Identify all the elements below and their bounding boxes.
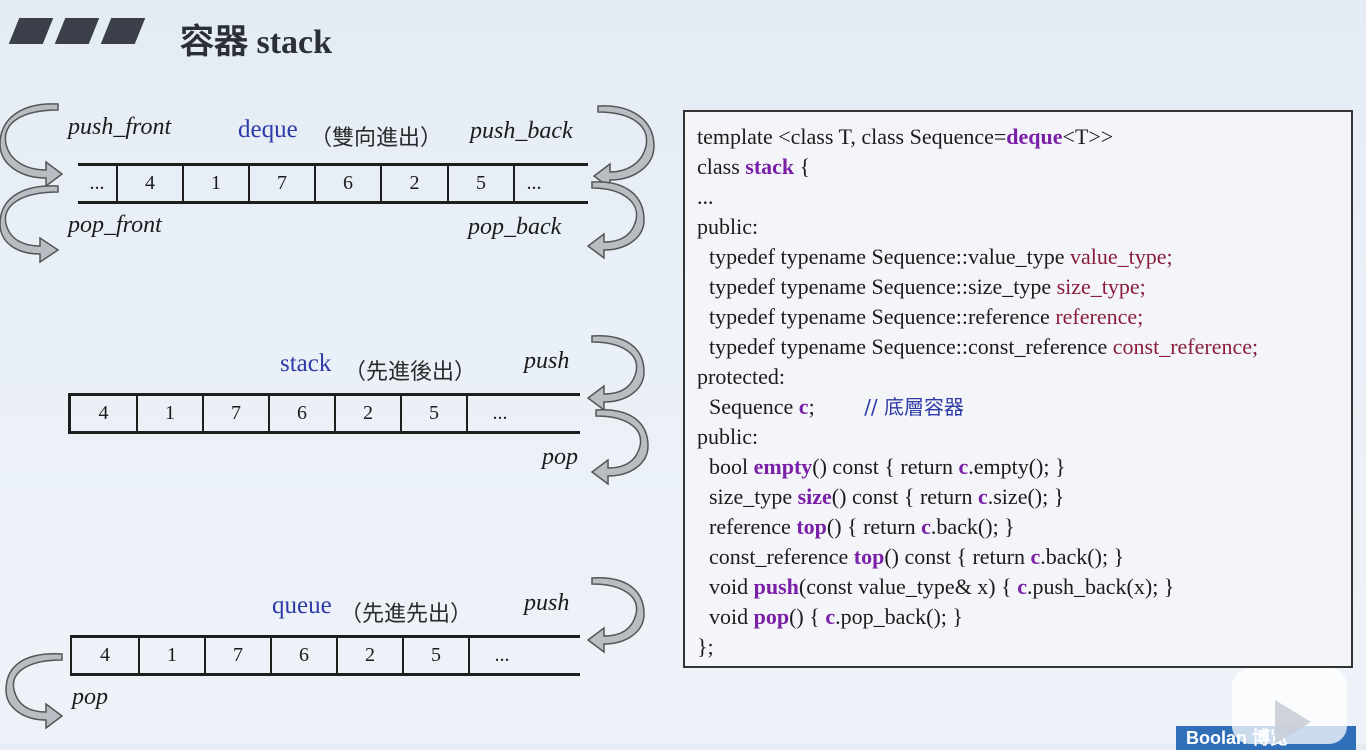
deque-bottom-line	[78, 201, 588, 204]
code-line: void pop() { c.pop_back(); }	[709, 604, 963, 629]
code-line: typedef typename Sequence::size_type siz…	[709, 274, 1146, 299]
deque-desc: （雙向進出）	[310, 126, 443, 151]
push-front-arrow-icon	[0, 103, 64, 188]
stack-cell: 5	[400, 396, 466, 431]
queue-cells: 4 1 7 6 2 5 ...	[70, 638, 534, 673]
code-line: public:	[697, 214, 759, 239]
deque-cell: 7	[248, 166, 314, 201]
deque-cell: 5	[447, 166, 513, 201]
code-line: bool empty() const { return c.empty(); }	[709, 454, 1066, 479]
deque-cell: 2	[380, 166, 447, 201]
stack-cell: ...	[466, 396, 532, 431]
pop-back-arrow-icon	[586, 181, 645, 260]
deque-cell: 1	[182, 166, 248, 201]
code-line: size_type size() const { return c.size()…	[709, 484, 1065, 509]
queue-cell: 6	[270, 638, 336, 673]
code-line: typedef typename Sequence::reference ref…	[709, 304, 1144, 329]
queue-push-label: push	[524, 590, 570, 616]
stack-bottom-line	[68, 431, 580, 434]
stack-source-code: template <class T, class Sequence=deque<…	[697, 122, 1258, 662]
code-line: Sequence c; // 底層容器	[709, 394, 965, 419]
code-line: ...	[697, 184, 714, 209]
queue-name: queue	[272, 592, 332, 619]
stack-cell: 4	[68, 396, 136, 431]
stack-cell: 2	[334, 396, 400, 431]
deque-push-back-label: push_back	[470, 118, 573, 144]
code-line: typedef typename Sequence::const_referen…	[709, 334, 1259, 359]
code-line: class stack {	[697, 154, 811, 179]
stack-cell: 1	[136, 396, 202, 431]
stack-pop-arrow-icon	[590, 409, 649, 486]
stack-push-arrow-icon	[586, 335, 645, 412]
title-decoration	[8, 18, 148, 46]
code-line: reference top() { return c.back(); }	[709, 514, 1015, 539]
stack-cell: 6	[268, 396, 334, 431]
queue-cell: 7	[204, 638, 270, 673]
queue-push-arrow-icon	[586, 577, 645, 654]
deque-pop-front-label: pop_front	[68, 212, 162, 238]
queue-cell: 4	[70, 638, 138, 673]
queue-cell: 2	[336, 638, 402, 673]
deque-cell: ...	[89, 172, 105, 194]
deque-name: deque	[238, 116, 298, 143]
queue-bottom-line	[70, 673, 580, 676]
deque-push-front-label: push_front	[68, 114, 172, 140]
code-panel: template <class T, class Sequence=deque<…	[683, 110, 1353, 668]
queue-pop-label: pop	[72, 684, 108, 710]
queue-pop-arrow-icon	[5, 653, 64, 730]
code-line: protected:	[697, 364, 785, 389]
queue-cell: 1	[138, 638, 204, 673]
deque-pop-back-label: pop_back	[468, 214, 562, 240]
deque-cells: ... 4 1 7 6 2 5 ...	[78, 166, 553, 201]
pop-front-arrow-icon	[0, 185, 60, 264]
stack-desc: （先進後出）	[344, 360, 477, 385]
stack-cells: 4 1 7 6 2 5 ...	[68, 396, 532, 431]
code-line: void push(const value_type& x) { c.push_…	[709, 574, 1175, 599]
code-line: public:	[697, 424, 759, 449]
code-line: template <class T, class Sequence=deque<…	[697, 124, 1114, 149]
push-back-arrow-icon	[592, 105, 655, 190]
deque-cell: 4	[116, 166, 182, 201]
deque-cell: 6	[314, 166, 380, 201]
stack-name: stack	[280, 350, 332, 377]
code-line: typedef typename Sequence::value_type va…	[709, 244, 1173, 269]
code-line: const_reference top() const { return c.b…	[709, 544, 1125, 569]
queue-cell: 5	[402, 638, 468, 673]
stack-push-label: push	[524, 348, 570, 374]
code-line: };	[697, 634, 714, 659]
stack-pop-label: pop	[542, 444, 578, 470]
play-icon	[1275, 700, 1311, 744]
queue-desc: （先進先出）	[340, 602, 473, 627]
deque-cell: ...	[513, 166, 553, 201]
queue-cell: ...	[468, 638, 534, 673]
slide-title: 容器 stack	[180, 24, 333, 61]
stack-cell: 7	[202, 396, 268, 431]
